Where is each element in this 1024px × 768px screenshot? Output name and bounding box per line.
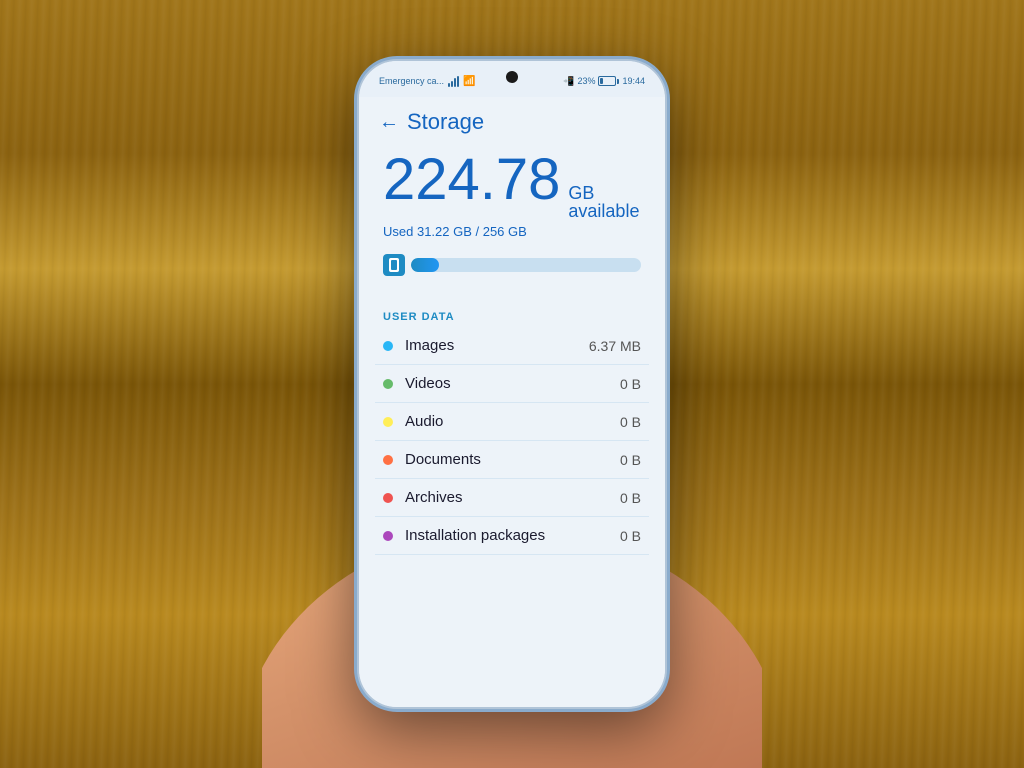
progress-fill: [411, 258, 439, 272]
list-item[interactable]: Videos0 B: [375, 365, 649, 403]
list-item[interactable]: Documents0 B: [375, 441, 649, 479]
category-name: Installation packages: [405, 527, 620, 544]
camera-hole: [506, 71, 518, 83]
storage-used-label: Used 31.22 GB / 256 GB: [383, 224, 641, 239]
category-size: 0 B: [620, 528, 641, 544]
data-list: Images6.37 MBVideos0 BAudio0 BDocuments0…: [359, 327, 665, 555]
back-button[interactable]: ←: [379, 111, 399, 134]
storage-unit: GB available: [568, 184, 641, 220]
storage-progress-bar: [383, 253, 641, 277]
nfc-icon: 📲: [563, 76, 574, 87]
category-name: Documents: [405, 451, 620, 468]
progress-track: [411, 258, 641, 272]
signal-icon: [448, 76, 459, 87]
list-item[interactable]: Images6.37 MB: [375, 327, 649, 365]
category-name: Videos: [405, 375, 620, 392]
status-right: 📲 23% 19:44: [563, 76, 645, 87]
phone: Emergency ca... 📶 📲 23%: [357, 59, 667, 709]
storage-number-value: 224.78: [383, 151, 560, 209]
category-size: 0 B: [620, 376, 641, 392]
category-name: Images: [405, 337, 589, 354]
storage-icon: [383, 254, 405, 276]
category-dot: [383, 493, 393, 503]
storage-available: 224.78 GB available: [383, 151, 641, 220]
page-title: Storage: [407, 109, 484, 135]
battery-percent: 23%: [577, 76, 595, 86]
category-size: 0 B: [620, 452, 641, 468]
category-size: 0 B: [620, 490, 641, 506]
category-dot: [383, 417, 393, 427]
list-item[interactable]: Audio0 B: [375, 403, 649, 441]
category-size: 6.37 MB: [589, 338, 641, 354]
phone-wrapper: Emergency ca... 📶 📲 23%: [357, 59, 667, 709]
category-name: Audio: [405, 413, 620, 430]
category-name: Archives: [405, 489, 620, 506]
wifi-icon: 📶: [463, 76, 475, 87]
battery-icon: [598, 76, 619, 86]
category-dot: [383, 455, 393, 465]
category-dot: [383, 531, 393, 541]
storage-section: 224.78 GB available Used 31.22 GB / 256 …: [359, 143, 665, 311]
section-label: USER DATA: [359, 311, 665, 323]
status-bar: Emergency ca... 📶 📲 23%: [359, 61, 665, 97]
list-item[interactable]: Installation packages0 B: [375, 517, 649, 555]
app-header: ← Storage: [359, 97, 665, 143]
emergency-text: Emergency ca...: [379, 76, 444, 86]
screen-content: ← Storage 224.78 GB available Used 31.22…: [359, 97, 665, 707]
time-display: 19:44: [622, 76, 645, 86]
list-item[interactable]: Archives0 B: [375, 479, 649, 517]
category-dot: [383, 341, 393, 351]
category-dot: [383, 379, 393, 389]
category-size: 0 B: [620, 414, 641, 430]
status-left: Emergency ca... 📶: [379, 76, 475, 87]
